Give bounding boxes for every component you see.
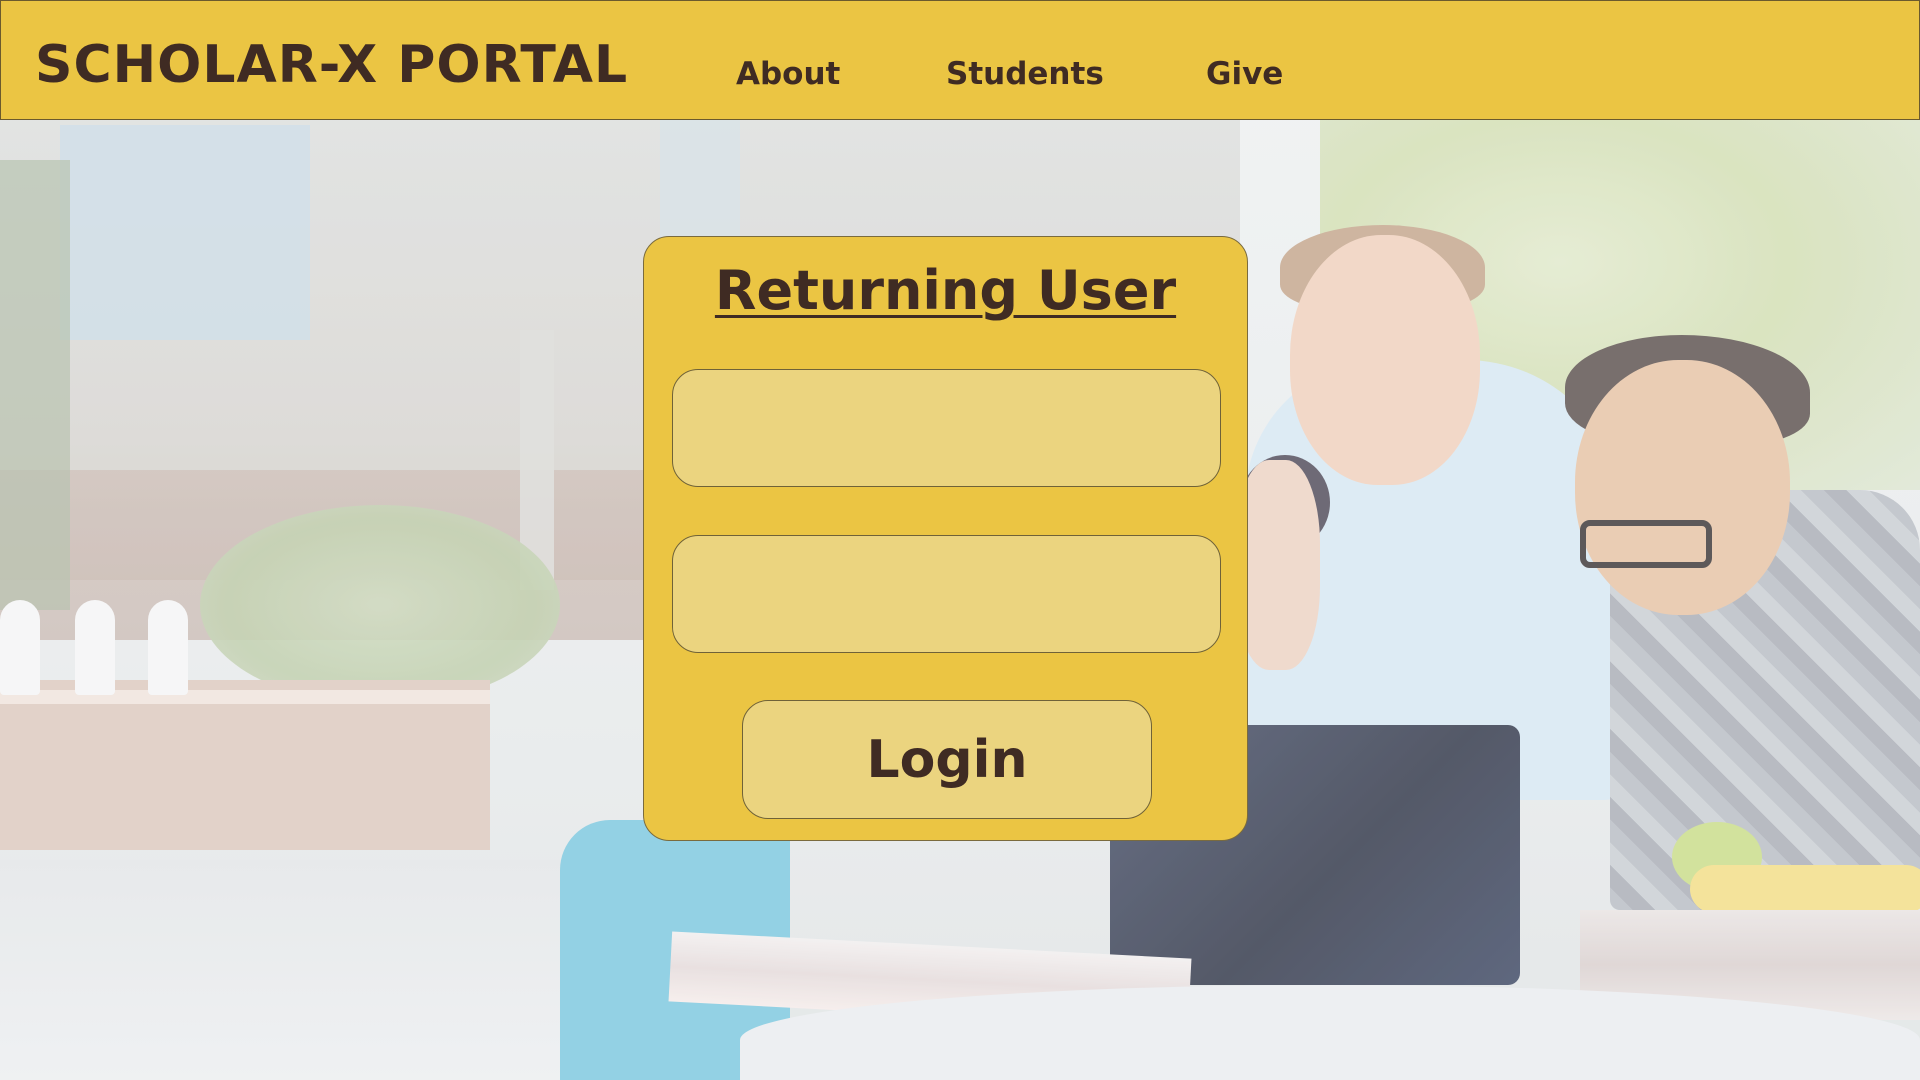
login-card: Returning User Login: [643, 236, 1248, 841]
site-logo-title[interactable]: SCHOLAR-X PORTAL: [35, 39, 628, 91]
nav-link-give[interactable]: Give: [1206, 59, 1283, 90]
login-title: Returning User: [714, 259, 1177, 322]
login-button[interactable]: Login: [742, 700, 1152, 819]
nav-link-about[interactable]: About: [736, 59, 840, 90]
nav-link-students[interactable]: Students: [946, 59, 1104, 90]
username-input[interactable]: [672, 369, 1221, 487]
header-bar: SCHOLAR-X PORTAL About Students Give: [0, 0, 1920, 120]
password-input[interactable]: [672, 535, 1221, 653]
page: SCHOLAR-X PORTAL About Students Give Ret…: [0, 0, 1920, 1080]
